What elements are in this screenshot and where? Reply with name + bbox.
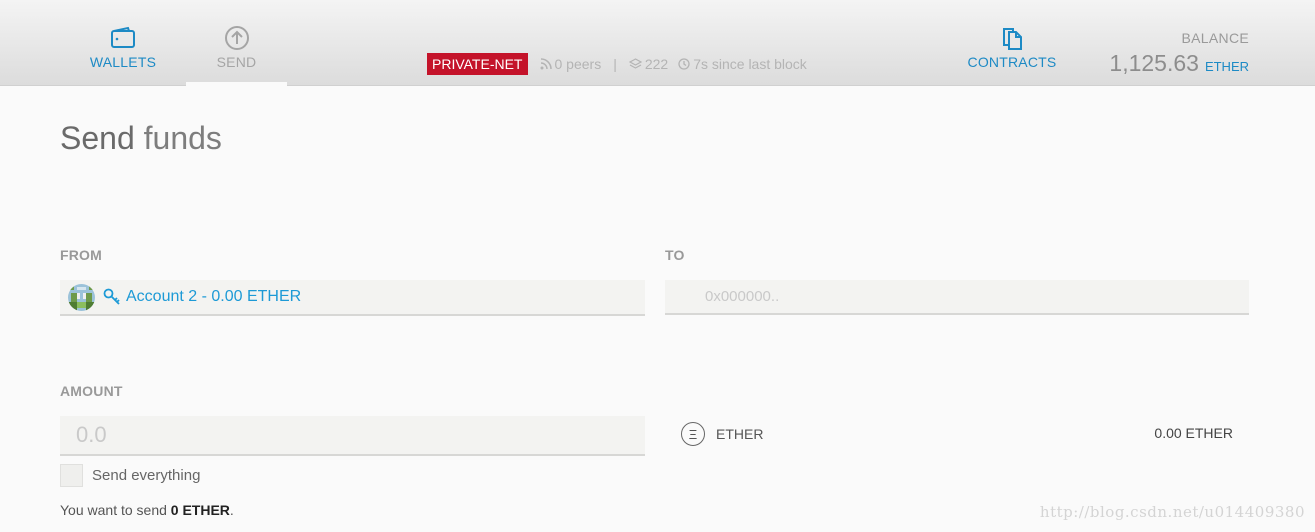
balance-label: BALANCE [1181, 30, 1249, 46]
nav-send-label: SEND [216, 54, 257, 70]
layers-icon [628, 58, 642, 69]
to-label: TO [665, 247, 685, 263]
peers-stat: 0 peers [540, 56, 602, 72]
clock-icon [678, 58, 690, 70]
amount-label: AMOUNT [60, 383, 123, 399]
watermark: http://blog.csdn.net/u014409380 [1039, 503, 1305, 521]
balance-unit[interactable]: ETHER [1205, 59, 1249, 74]
active-tab-indicator [186, 82, 287, 86]
balance-amount: 1,125.63 ETHER [1109, 50, 1249, 77]
nav-contracts[interactable]: CONTRACTS [964, 26, 1060, 70]
send-summary: You want to send 0 ETHER. [60, 502, 234, 518]
network-status: PRIVATE-NET 0 peers | 222 7s since last … [427, 53, 817, 75]
to-address-input[interactable] [665, 280, 1249, 315]
ether-symbol-icon: Ξ [681, 422, 705, 446]
from-account-value: Account 2 - 0.00 ETHER [126, 288, 302, 305]
status-separator: | [613, 56, 617, 72]
page-title-rest: funds [134, 120, 222, 156]
summary-prefix: You want to send [60, 502, 171, 518]
send-everything-checkbox[interactable] [60, 464, 83, 487]
last-block-time: 7s since last block [693, 56, 807, 72]
send-everything-label: Send everything [92, 467, 201, 484]
signal-icon [540, 58, 552, 70]
page-title-bold: Send [60, 120, 135, 156]
blocks-stat: 222 [628, 56, 669, 72]
currency-amount: 0.00 ETHER [1154, 425, 1233, 441]
balance-value: 1,125.63 [1109, 50, 1199, 76]
amount-input[interactable] [60, 416, 645, 456]
nav-wallets-label: WALLETS [89, 54, 157, 70]
currency-name: ETHER [716, 426, 764, 442]
from-label: FROM [60, 247, 103, 263]
summary-amount: 0 ETHER [170, 502, 230, 518]
nav-contracts-label: CONTRACTS [967, 54, 1057, 70]
last-block-stat: 7s since last block [678, 56, 807, 72]
nav-send[interactable]: SEND [186, 26, 287, 86]
documents-icon [1003, 28, 1022, 50]
nav-wallets[interactable]: WALLETS [84, 26, 162, 70]
arrow-up-circle-icon [224, 26, 249, 50]
peers-count: 0 peers [554, 56, 602, 72]
key-icon [103, 288, 120, 305]
from-account-select[interactable]: Account 2 - 0.00 ETHER [60, 280, 645, 316]
currency-selector[interactable]: Ξ ETHER [681, 422, 763, 446]
top-nav-bar: WALLETS SEND PRIVATE-NET 0 peers | 222 7… [0, 0, 1315, 86]
summary-suffix: . [229, 502, 234, 518]
page-title: Send funds [60, 120, 222, 157]
network-badge: PRIVATE-NET [427, 53, 528, 75]
account-identicon [68, 283, 95, 311]
block-number: 222 [644, 56, 669, 72]
wallet-icon [111, 26, 135, 48]
send-everything-row[interactable]: Send everything [60, 464, 200, 487]
